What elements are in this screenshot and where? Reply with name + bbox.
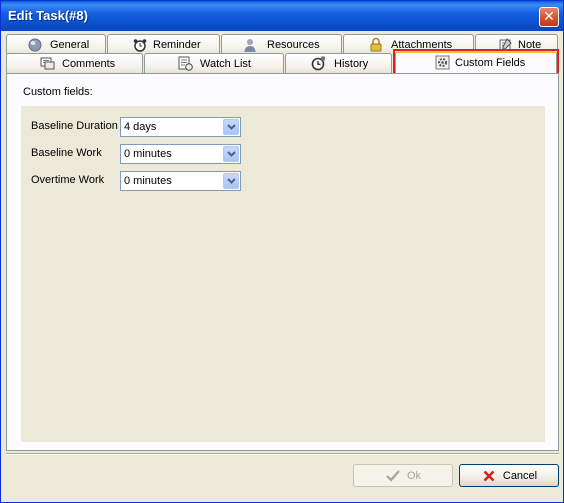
- field-label: Baseline Duration: [31, 120, 118, 132]
- tab-label: Watch List: [200, 58, 251, 70]
- edit-task-window: Edit Task(#8) ✕ General Reminder Resourc…: [0, 0, 564, 503]
- tab-label: Comments: [62, 58, 116, 70]
- watch-list-icon: [177, 56, 193, 71]
- close-button[interactable]: ✕: [539, 7, 559, 27]
- field-label: Overtime Work: [31, 174, 105, 186]
- user-icon: [242, 37, 258, 52]
- tab-label: Reminder: [153, 39, 201, 51]
- globe-icon: [27, 37, 43, 52]
- cancel-button[interactable]: Cancel: [459, 464, 559, 487]
- alarm-clock-icon: [132, 37, 148, 52]
- note-icon: [497, 37, 513, 52]
- cancel-x-icon: [481, 468, 497, 484]
- chevron-down-icon[interactable]: [223, 119, 239, 135]
- tab-label: Resources: [267, 39, 320, 51]
- chevron-down-icon[interactable]: [223, 173, 239, 189]
- title-bar[interactable]: Edit Task(#8) ✕: [1, 1, 563, 31]
- lock-icon: [368, 37, 384, 52]
- history-icon: [310, 56, 326, 71]
- gear-icon: [434, 55, 450, 70]
- baseline-work-combo[interactable]: 0 minutes: [120, 144, 241, 164]
- ok-button[interactable]: Ok: [353, 464, 453, 487]
- tab-reminder[interactable]: Reminder: [107, 34, 220, 54]
- cancel-label: Cancel: [502, 469, 538, 482]
- ok-label: Ok: [406, 469, 422, 482]
- tab-custom-fields[interactable]: Custom Fields: [395, 51, 557, 73]
- tab-label: Custom Fields: [455, 57, 526, 69]
- combo-value: 0 minutes: [124, 148, 172, 160]
- comments-icon: [39, 56, 55, 71]
- chevron-down-icon[interactable]: [223, 146, 239, 162]
- tab-resources[interactable]: Resources: [221, 34, 342, 54]
- section-label: Custom fields:: [23, 86, 93, 98]
- fields-area: Baseline Duration 4 days Baseline Work 0…: [21, 106, 545, 442]
- overtime-work-combo[interactable]: 0 minutes: [120, 171, 241, 191]
- combo-value: 0 minutes: [124, 175, 172, 187]
- tab-comments[interactable]: Comments: [6, 53, 143, 73]
- baseline-duration-combo[interactable]: 4 days: [120, 117, 241, 137]
- checkmark-icon: [385, 468, 401, 484]
- tab-label: History: [334, 58, 369, 70]
- tab-general[interactable]: General: [6, 34, 106, 54]
- window-title: Edit Task(#8): [8, 8, 88, 23]
- footer-divider: [6, 453, 559, 455]
- close-icon: ✕: [543, 8, 555, 24]
- tab-watch-list[interactable]: Watch List: [144, 53, 284, 73]
- custom-fields-panel: Custom fields: Baseline Duration 4 days …: [6, 73, 559, 451]
- tab-label: General: [50, 39, 90, 51]
- tab-history[interactable]: History: [285, 53, 392, 73]
- combo-value: 4 days: [124, 121, 157, 133]
- field-label: Baseline Work: [31, 147, 102, 159]
